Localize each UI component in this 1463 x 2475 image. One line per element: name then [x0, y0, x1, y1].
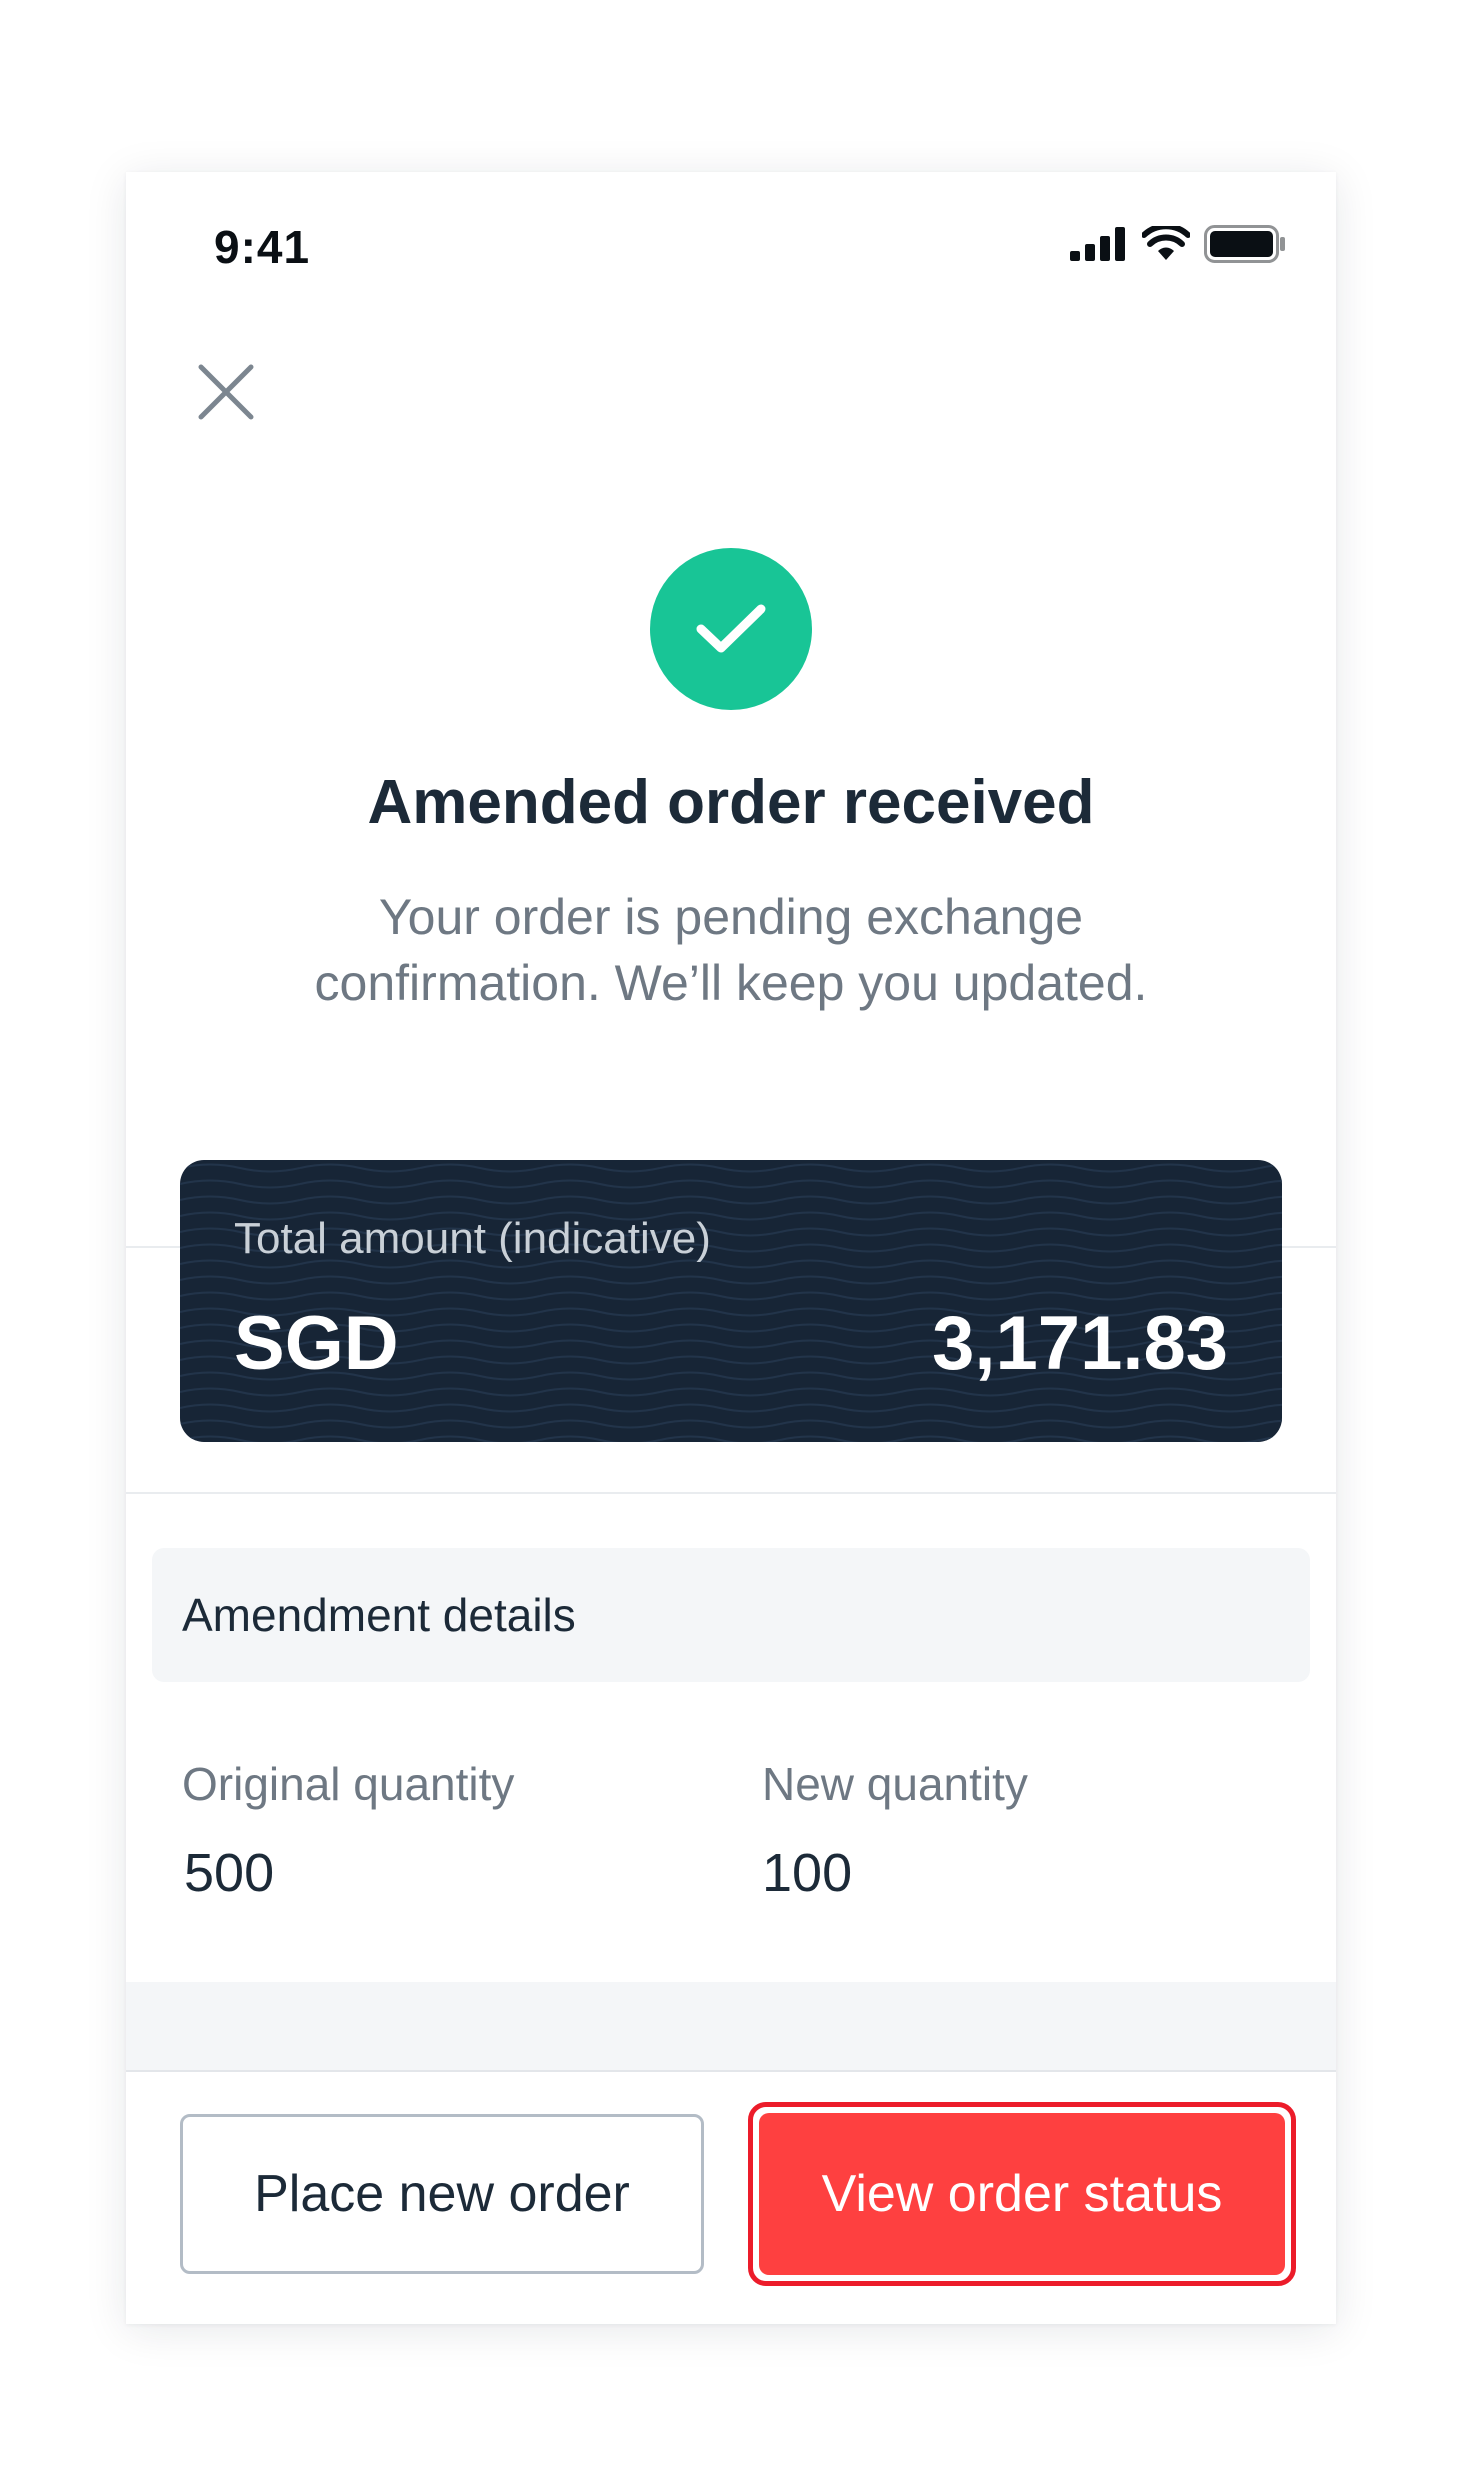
- confirmation-message: Your order is pending exchange confirmat…: [314, 889, 1148, 1011]
- new-quantity-value: 100: [762, 1843, 853, 1903]
- content-bottom-spacer: [126, 1982, 1336, 2072]
- check-circle-icon: [650, 548, 812, 710]
- checkmark-icon: [696, 604, 766, 653]
- action-footer: Place new order View order status: [126, 2070, 1336, 2324]
- currency-code: SGD: [234, 1301, 399, 1386]
- view-order-status-button[interactable]: View order status: [759, 2113, 1285, 2275]
- total-amount-card: Total amount (indicative) SGD 3,171.83: [180, 1160, 1282, 1442]
- new-quantity-label: New quantity: [762, 1758, 1028, 1810]
- total-amount-label: Total amount (indicative): [234, 1214, 711, 1263]
- battery-icon: [1204, 225, 1285, 263]
- highlight-outline: View order status: [748, 2102, 1296, 2286]
- close-button[interactable]: [186, 352, 266, 432]
- phone-screen: 9:41 Amended order received Your order i…: [126, 172, 1336, 2324]
- total-amount-value: 3,171.83: [932, 1301, 1228, 1386]
- amendment-details-header: Amendment details: [152, 1548, 1310, 1682]
- confirmation-title: Amended order received: [367, 768, 1095, 837]
- status-time: 9:41: [214, 221, 311, 273]
- wifi-icon: [1142, 226, 1190, 260]
- status-bar: 9:41: [126, 172, 1336, 322]
- status-icons: [1070, 224, 1286, 264]
- place-new-order-button[interactable]: Place new order: [180, 2114, 704, 2274]
- close-icon: [198, 364, 254, 420]
- original-quantity-label: Original quantity: [182, 1758, 515, 1810]
- cellular-signal-icon: [1070, 227, 1125, 261]
- original-quantity-value: 500: [184, 1843, 275, 1903]
- divider: [126, 1492, 1336, 1494]
